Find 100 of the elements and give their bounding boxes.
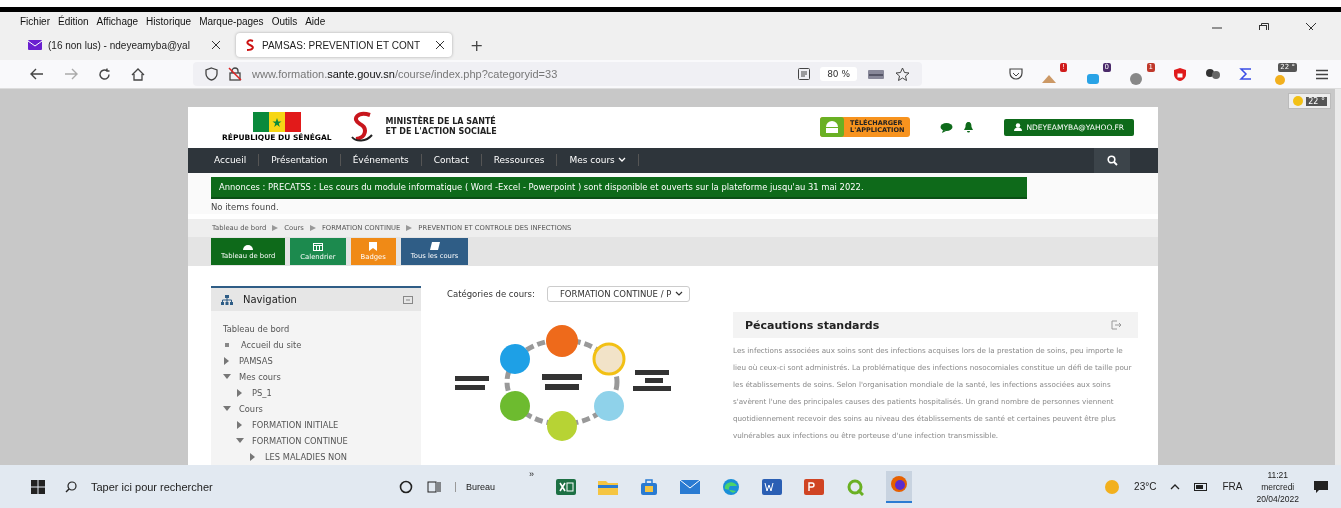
sun-icon: [1292, 95, 1305, 107]
new-tab-button[interactable]: +: [460, 35, 494, 55]
address-field[interactable]: www.formation.sante.gouv.sn/course/index.php?categoryid=33 80 %: [193, 62, 922, 86]
clock[interactable]: 11:21 mercredi 20/04/2022: [1256, 468, 1299, 505]
menu-item[interactable]: Historique: [146, 15, 192, 27]
search-button[interactable]: [1094, 147, 1130, 173]
menu-item[interactable]: Édition: [58, 15, 89, 27]
battery-icon[interactable]: [1194, 482, 1209, 491]
separator-icon: [406, 224, 413, 231]
collapsed-arrow-icon[interactable]: [223, 357, 231, 365]
home-icon[interactable]: [131, 67, 145, 81]
tree-item[interactable]: LES MALADIES NON: [265, 452, 348, 462]
bookmark-icon: [369, 241, 378, 251]
tree-item[interactable]: PS_1: [252, 388, 272, 398]
weather-widget[interactable]: 22 °: [1288, 93, 1331, 109]
nav-link[interactable]: Contact: [421, 154, 482, 167]
browser-tab[interactable]: (16 non lus) - ndeyeamyba@yal: [20, 33, 228, 57]
circle-extension-icon[interactable]: [1129, 71, 1145, 85]
notification-icon[interactable]: [1313, 479, 1329, 494]
user-icon: [1014, 123, 1023, 132]
zoom-level-button[interactable]: 80 %: [820, 67, 857, 81]
caret-icon: [675, 291, 684, 297]
empty-message: No items found.: [211, 201, 280, 212]
pocket-icon[interactable]: [1009, 68, 1023, 80]
folder-icon[interactable]: [598, 478, 619, 495]
nav-link[interactable]: Présentation: [259, 154, 341, 167]
close-icon[interactable]: [212, 41, 220, 49]
tree-item[interactable]: PAMSAS: [239, 356, 273, 366]
nav-link[interactable]: Mes cours: [557, 154, 639, 167]
fox-icon: [890, 474, 909, 493]
expanded-arrow-icon[interactable]: [236, 437, 244, 445]
collapsed-arrow-icon[interactable]: [249, 453, 257, 461]
article-title: Pécautions standards: [745, 318, 880, 332]
edge-browser-icon[interactable]: [722, 477, 741, 496]
cortana-icon[interactable]: [399, 479, 413, 494]
separator-icon: [309, 224, 316, 231]
book-icon: [429, 242, 440, 251]
bell-icon[interactable]: [963, 121, 975, 134]
chat-icon[interactable]: [940, 121, 954, 133]
tree-item[interactable]: FORMATION CONTINUE: [252, 436, 348, 446]
toolbar-label[interactable]: Bureau: [455, 481, 496, 492]
toolbar-expand[interactable]: »: [529, 469, 535, 479]
weather-sun-icon: [1104, 478, 1121, 495]
star-icon[interactable]: [895, 67, 910, 81]
windows-start-icon[interactable]: [31, 479, 45, 494]
tree-item[interactable]: Accueil du site: [241, 340, 302, 350]
collapsed-arrow-icon[interactable]: [236, 389, 244, 397]
mail-icon[interactable]: [680, 479, 701, 494]
language-indicator[interactable]: FRA: [1222, 481, 1243, 492]
store-bag-icon[interactable]: [640, 477, 659, 496]
collapsed-arrow-icon[interactable]: [236, 421, 244, 429]
lock-crossed-icon: [228, 67, 242, 81]
exit-icon[interactable]: [1111, 320, 1122, 330]
search-icon: [65, 480, 77, 493]
field-label: Catégories de cours:: [447, 289, 535, 299]
chat-extension-icon[interactable]: [1085, 71, 1101, 85]
snake-logo-icon: [244, 38, 256, 52]
close-icon[interactable]: [436, 41, 444, 49]
shield-lock-icon[interactable]: [1173, 66, 1187, 82]
sigma-icon[interactable]: [1239, 67, 1253, 81]
expanded-arrow-icon[interactable]: [223, 373, 231, 381]
menu-icon[interactable]: [1315, 68, 1329, 80]
search-icon: [1106, 154, 1118, 166]
expanded-arrow-icon[interactable]: [223, 405, 231, 413]
chevron-up-icon[interactable]: [1170, 483, 1181, 490]
nav-link[interactable]: Ressources: [481, 154, 558, 167]
menu-item[interactable]: Affichage: [96, 15, 139, 27]
nav-link[interactable]: Accueil: [202, 154, 260, 167]
word-app-icon[interactable]: [762, 478, 783, 495]
shield-icon: [205, 67, 218, 81]
balls-icon[interactable]: [1205, 68, 1221, 80]
reader-view-icon[interactable]: [798, 68, 811, 80]
menu-item[interactable]: Aide: [305, 15, 326, 27]
task-view-icon[interactable]: [427, 480, 441, 493]
powerpoint-app-icon[interactable]: [804, 478, 825, 495]
tree-item[interactable]: Cours: [239, 404, 263, 414]
gauge-icon: [242, 242, 255, 251]
reload-icon[interactable]: [98, 67, 111, 81]
separator-icon: [272, 224, 279, 231]
envelope-icon: [28, 40, 42, 50]
back-icon[interactable]: [30, 68, 44, 80]
temperature-text[interactable]: 23°C: [1134, 481, 1157, 492]
menu-item[interactable]: Fichier: [20, 15, 50, 27]
sitemap-icon: [221, 294, 233, 305]
spreadsheet-app-icon[interactable]: [556, 478, 577, 495]
nav-link[interactable]: Événements: [340, 154, 422, 167]
taskbar-search-field[interactable]: Taper ici pour rechercher: [59, 465, 385, 508]
menu-item[interactable]: Outils: [271, 15, 298, 27]
announcement-banner: Annonces : PRECATSS : Les cours du module informatique ( Word -Excel - Powerpoint ) sont disponible et ouverts sur la plateforme jusqu'au 31 mai 2022.: [211, 176, 1027, 199]
collapse-icon[interactable]: [403, 295, 413, 304]
browser-tab[interactable]: PAMSAS: PREVENTION ET CONT: [236, 33, 452, 57]
menu-item[interactable]: Marque-pages: [199, 15, 264, 27]
tree-item[interactable]: Mes cours: [239, 372, 281, 382]
tree-item[interactable]: Tableau de bord: [223, 324, 290, 334]
category-dropdown[interactable]: FORMATION CONTINUE / P: [546, 286, 691, 302]
android-icon: [820, 117, 845, 138]
tree-item[interactable]: FORMATION INITIALE: [252, 420, 339, 430]
drive-icon[interactable]: [867, 68, 885, 80]
ministry-name: MINISTÈRE DE LA SANTÉ ET DE L'ACTION SOCIALE: [385, 117, 497, 138]
firefox-taskbar-button[interactable]: [886, 470, 913, 503]
